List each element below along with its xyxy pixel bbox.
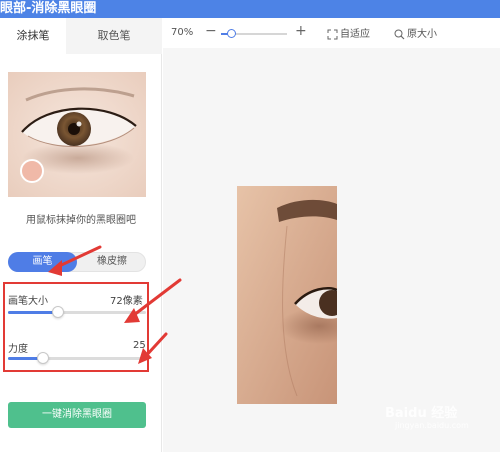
original-size-button[interactable]: 原大小 bbox=[394, 25, 437, 40]
plus-icon[interactable]: + bbox=[295, 23, 307, 39]
baidu-watermark: Baidu 经验 bbox=[385, 406, 458, 421]
magnifier-icon bbox=[394, 29, 405, 39]
hint-text: 用鼠标抹掉你的黑眼圈吧 bbox=[26, 215, 136, 226]
canvas-toolbar: 70% − + 自适应 原大小 bbox=[162, 18, 500, 48]
fit-button[interactable]: 自适应 bbox=[327, 25, 370, 40]
zoom-handle[interactable] bbox=[226, 29, 236, 38]
zoom-slider[interactable] bbox=[221, 29, 287, 38]
title-bar: 眼部-消除黑眼圈 bbox=[0, 0, 500, 18]
window-title: 眼部-消除黑眼圈 bbox=[0, 1, 97, 16]
baidu-watermark-url: jingyan.baidu.com bbox=[395, 421, 469, 430]
brush-mode-button[interactable]: 画笔 bbox=[8, 252, 77, 272]
example-eye-image bbox=[8, 72, 146, 197]
tool-tabs: 涂抹笔 取色笔 bbox=[0, 18, 162, 54]
eraser-mode-button[interactable]: 橡皮擦 bbox=[77, 252, 147, 272]
fit-label: 自适应 bbox=[340, 29, 370, 40]
fit-icon bbox=[327, 29, 338, 39]
tool-sidebar: 涂抹笔 取色笔 用鼠标抹掉你的黑眼圈吧 画笔 橡皮擦 画笔大小 72像素 力度 … bbox=[0, 18, 162, 452]
canvas-photo[interactable] bbox=[237, 186, 337, 404]
zoom-percent: 70% bbox=[171, 27, 194, 38]
remove-dark-circles-button[interactable]: 一键消除黑眼圈 bbox=[8, 402, 146, 428]
annotation-highlight-box bbox=[3, 282, 149, 372]
minus-icon[interactable]: − bbox=[205, 23, 217, 39]
tab-color-picker[interactable]: 取色笔 bbox=[66, 18, 162, 54]
brush-eraser-toggle: 画笔 橡皮擦 bbox=[8, 252, 146, 272]
tab-smear-brush[interactable]: 涂抹笔 bbox=[0, 18, 66, 54]
original-size-label: 原大小 bbox=[407, 29, 437, 40]
